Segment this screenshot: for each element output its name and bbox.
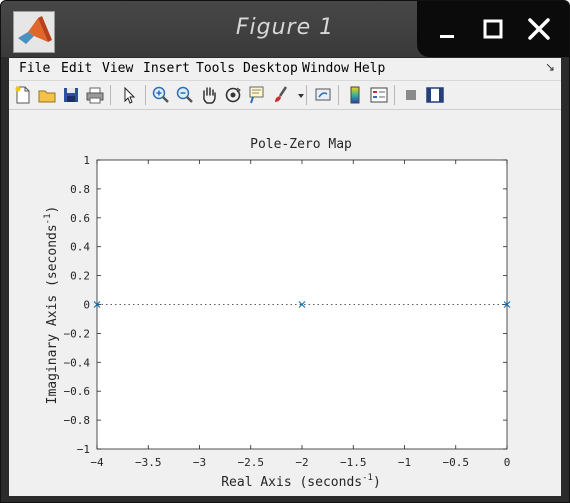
menu-view[interactable]: View [102, 61, 133, 76]
x-tick-label: −2 [295, 456, 308, 469]
new-figure-icon[interactable] [13, 85, 33, 105]
toolbar-separator [145, 85, 146, 105]
insert-colorbar-icon[interactable] [345, 85, 365, 105]
brush-dropdown-icon[interactable] [291, 85, 304, 105]
zoom-in-icon[interactable] [151, 85, 171, 105]
print-icon[interactable] [85, 85, 105, 105]
menu-tools[interactable]: Tools [196, 61, 235, 76]
x-tick-label: −3 [193, 456, 206, 469]
y-tick-label: 0.2 [70, 270, 90, 283]
minimize-icon[interactable] [429, 11, 465, 47]
x-tick-label: −2.5 [238, 456, 265, 469]
menu-file[interactable]: File [19, 61, 50, 76]
title-bar[interactable]: Figure 1 [1, 1, 569, 57]
y-tick-label: −0.8 [64, 414, 91, 427]
x-tick-label: −3.5 [135, 456, 162, 469]
toolbar-separator [110, 85, 111, 105]
edit-plot-arrow-icon[interactable] [119, 85, 139, 105]
y-tick-label: −0.6 [64, 385, 91, 398]
menu-window[interactable]: Window [302, 61, 349, 76]
menu-edit[interactable]: Edit [61, 61, 92, 76]
zoom-out-icon[interactable] [175, 85, 195, 105]
y-tick-label: −1 [77, 443, 90, 456]
brush-icon[interactable] [271, 85, 291, 105]
maximize-icon[interactable] [475, 11, 511, 47]
pole-zero-plot[interactable]: Pole-Zero Map −4 −3.5 −3 −2.5 −2 −1.5 −1 −0.5 0 … [9, 110, 561, 496]
y-tick-label: −0.2 [64, 327, 91, 340]
x-tick-label: −1 [398, 456, 411, 469]
y-axis-label: Imaginary Axis (seconds-1) [43, 206, 60, 405]
show-plot-tools-icon[interactable] [425, 85, 445, 105]
toolbar-separator [306, 85, 307, 105]
rotate-3d-icon[interactable] [223, 85, 243, 105]
x-axis-label: Real Axis (seconds-1) [221, 473, 381, 490]
x-tick-label: −1.5 [340, 456, 367, 469]
y-tick-label: −0.4 [64, 356, 91, 369]
y-tick-label: 0.8 [70, 183, 90, 196]
hide-plot-tools-icon[interactable] [401, 85, 421, 105]
y-tick-label: 0 [83, 299, 90, 312]
save-icon[interactable] [61, 85, 81, 105]
figure-toolbar [9, 81, 561, 110]
menu-help[interactable]: Help [354, 61, 385, 76]
data-cursor-icon[interactable] [247, 85, 267, 105]
toolbar-separator [338, 85, 339, 105]
y-tick-label: 0.4 [70, 241, 90, 254]
chart-title: Pole-Zero Map [250, 137, 352, 152]
y-tick-label: 1 [83, 154, 90, 167]
figure-canvas: Pole-Zero Map −4 −3.5 −3 −2.5 −2 −1.5 −1 −0.5 0 … [9, 110, 561, 496]
close-icon[interactable] [521, 11, 557, 47]
link-plot-icon[interactable] [313, 85, 333, 105]
x-tick-label: −4 [90, 456, 104, 469]
menu-desktop[interactable]: Desktop [243, 61, 298, 76]
x-tick-label: 0 [504, 456, 511, 469]
pan-hand-icon[interactable] [199, 85, 219, 105]
open-file-icon[interactable] [37, 85, 57, 105]
x-tick-label: −0.5 [443, 456, 470, 469]
figure-window: Figure 1 File Edit View Insert Tools Des… [0, 0, 570, 503]
window-controls [417, 1, 569, 57]
menu-bar: File Edit View Insert Tools Desktop Wind… [9, 58, 561, 81]
toolbar-separator [394, 85, 395, 105]
menu-insert[interactable]: Insert [143, 61, 190, 76]
y-tick-label: 0.6 [70, 212, 90, 225]
dock-figure-icon[interactable]: ↘ [545, 60, 555, 74]
insert-legend-icon[interactable] [369, 85, 389, 105]
